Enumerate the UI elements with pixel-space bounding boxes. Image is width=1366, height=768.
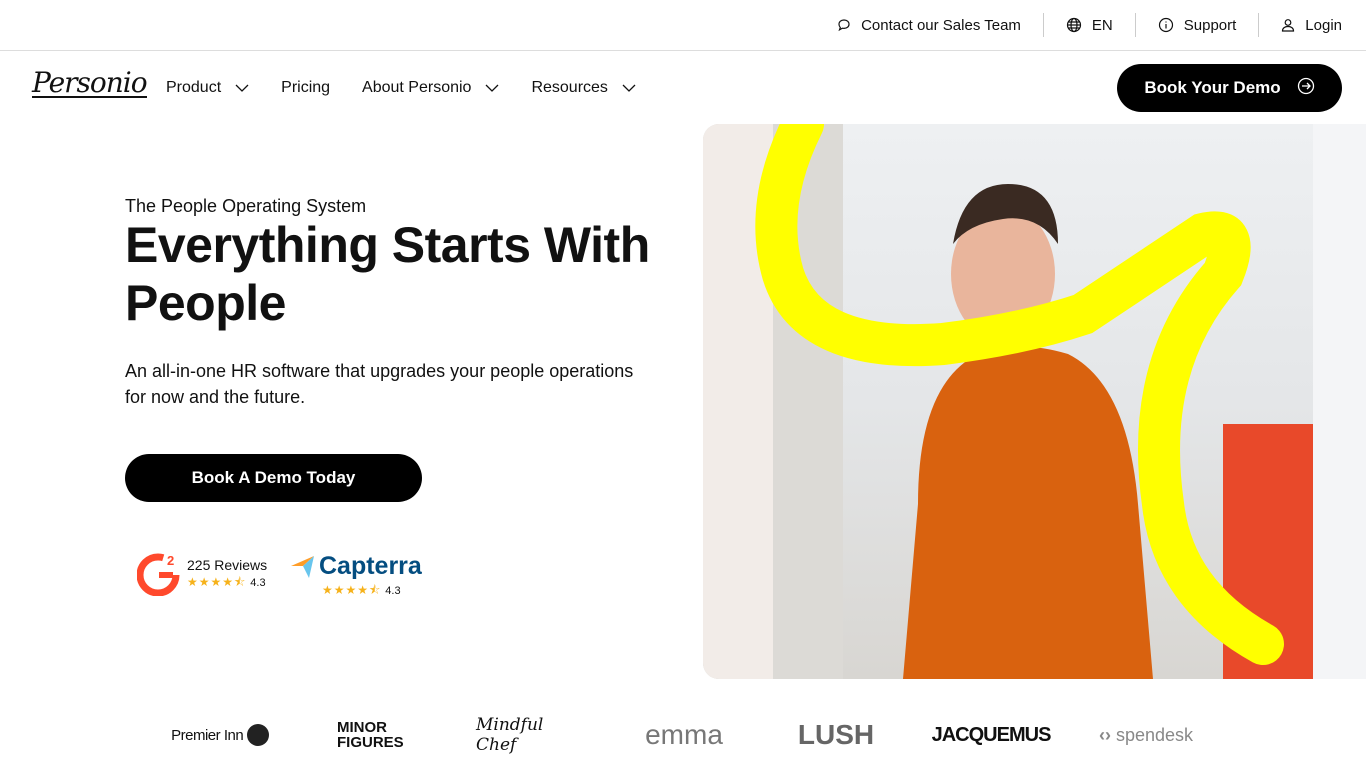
nav-pricing[interactable]: Pricing (281, 79, 330, 97)
chevron-down-icon (235, 79, 249, 97)
capterra-logo-icon (291, 555, 314, 578)
nav-label: About Personio (362, 79, 472, 96)
chevron-down-icon (622, 79, 636, 97)
hero-eyebrow: The People Operating System (125, 196, 367, 216)
nav-label: Product (166, 79, 222, 96)
nav-label: Resources (531, 79, 608, 96)
logo-lush: LUSH (797, 719, 875, 750)
utility-bar: Contact our Sales Team EN Support Login (0, 0, 1366, 51)
capterra-score: 4.3 (385, 585, 401, 597)
g2-rating[interactable]: 2 225 Reviews ★★★★⯪ 4.3 (137, 552, 267, 596)
logo-jacquemus: JACQUEMUS (931, 723, 1052, 746)
logo-premier-inn: Premier Inn (166, 705, 274, 765)
contact-sales-label: Contact our Sales Team (861, 16, 1021, 34)
capterra-brand: Capterra (319, 552, 422, 580)
personio-logo[interactable]: Personio (32, 69, 148, 98)
user-icon (1281, 18, 1295, 32)
chat-bubble-icon (837, 18, 851, 32)
star-rating: ★★★★⯪ (187, 575, 247, 589)
logo-spendesk: ‹› spendesk (1098, 724, 1194, 745)
nav-product[interactable]: Product (166, 79, 249, 97)
hero-image (703, 124, 1366, 679)
login-link[interactable]: Login (1259, 13, 1342, 37)
arrow-circle-right-icon (1297, 77, 1315, 100)
book-demo-today-button[interactable]: Book A Demo Today (125, 454, 422, 502)
main-nav: Personio Product Pricing About Personio … (0, 52, 1366, 124)
logo-emma: emma (645, 719, 723, 750)
g2-reviews: 225 Reviews (187, 557, 268, 573)
contact-sales-link[interactable]: Contact our Sales Team (815, 13, 1043, 37)
hero-subtitle: An all-in-one HR software that upgrades … (125, 361, 634, 407)
hero-title: Everything Starts With People (125, 217, 650, 331)
g2-logo-icon: 2 (137, 553, 180, 596)
svg-text:2: 2 (167, 553, 174, 568)
language-selector[interactable]: EN (1044, 13, 1135, 37)
language-label: EN (1091, 16, 1113, 34)
logo-minor-figures: MINOR FIGURES (337, 719, 404, 751)
info-icon (1158, 17, 1174, 33)
logo-mindful-chef: Mindful Chef (476, 715, 544, 755)
customer-logos: Premier Inn MINOR FIGURES Mindful Chef e… (0, 705, 1366, 765)
support-link[interactable]: Support (1136, 13, 1259, 37)
nav-about[interactable]: About Personio (362, 79, 499, 97)
g2-score: 4.3 (250, 577, 266, 589)
nav-label: Pricing (281, 79, 331, 96)
nav-resources[interactable]: Resources (531, 79, 636, 97)
button-label: Book Your Demo (1144, 78, 1281, 97)
capterra-rating[interactable]: Capterra ★★★★⯪ 4.3 (290, 552, 422, 602)
book-your-demo-button[interactable]: Book Your Demo (1117, 64, 1342, 112)
globe-icon (1066, 17, 1082, 33)
chevron-down-icon (485, 79, 499, 97)
support-label: Support (1183, 16, 1237, 34)
star-rating: ★★★★⯪ (322, 583, 382, 597)
login-label: Login (1305, 16, 1342, 34)
